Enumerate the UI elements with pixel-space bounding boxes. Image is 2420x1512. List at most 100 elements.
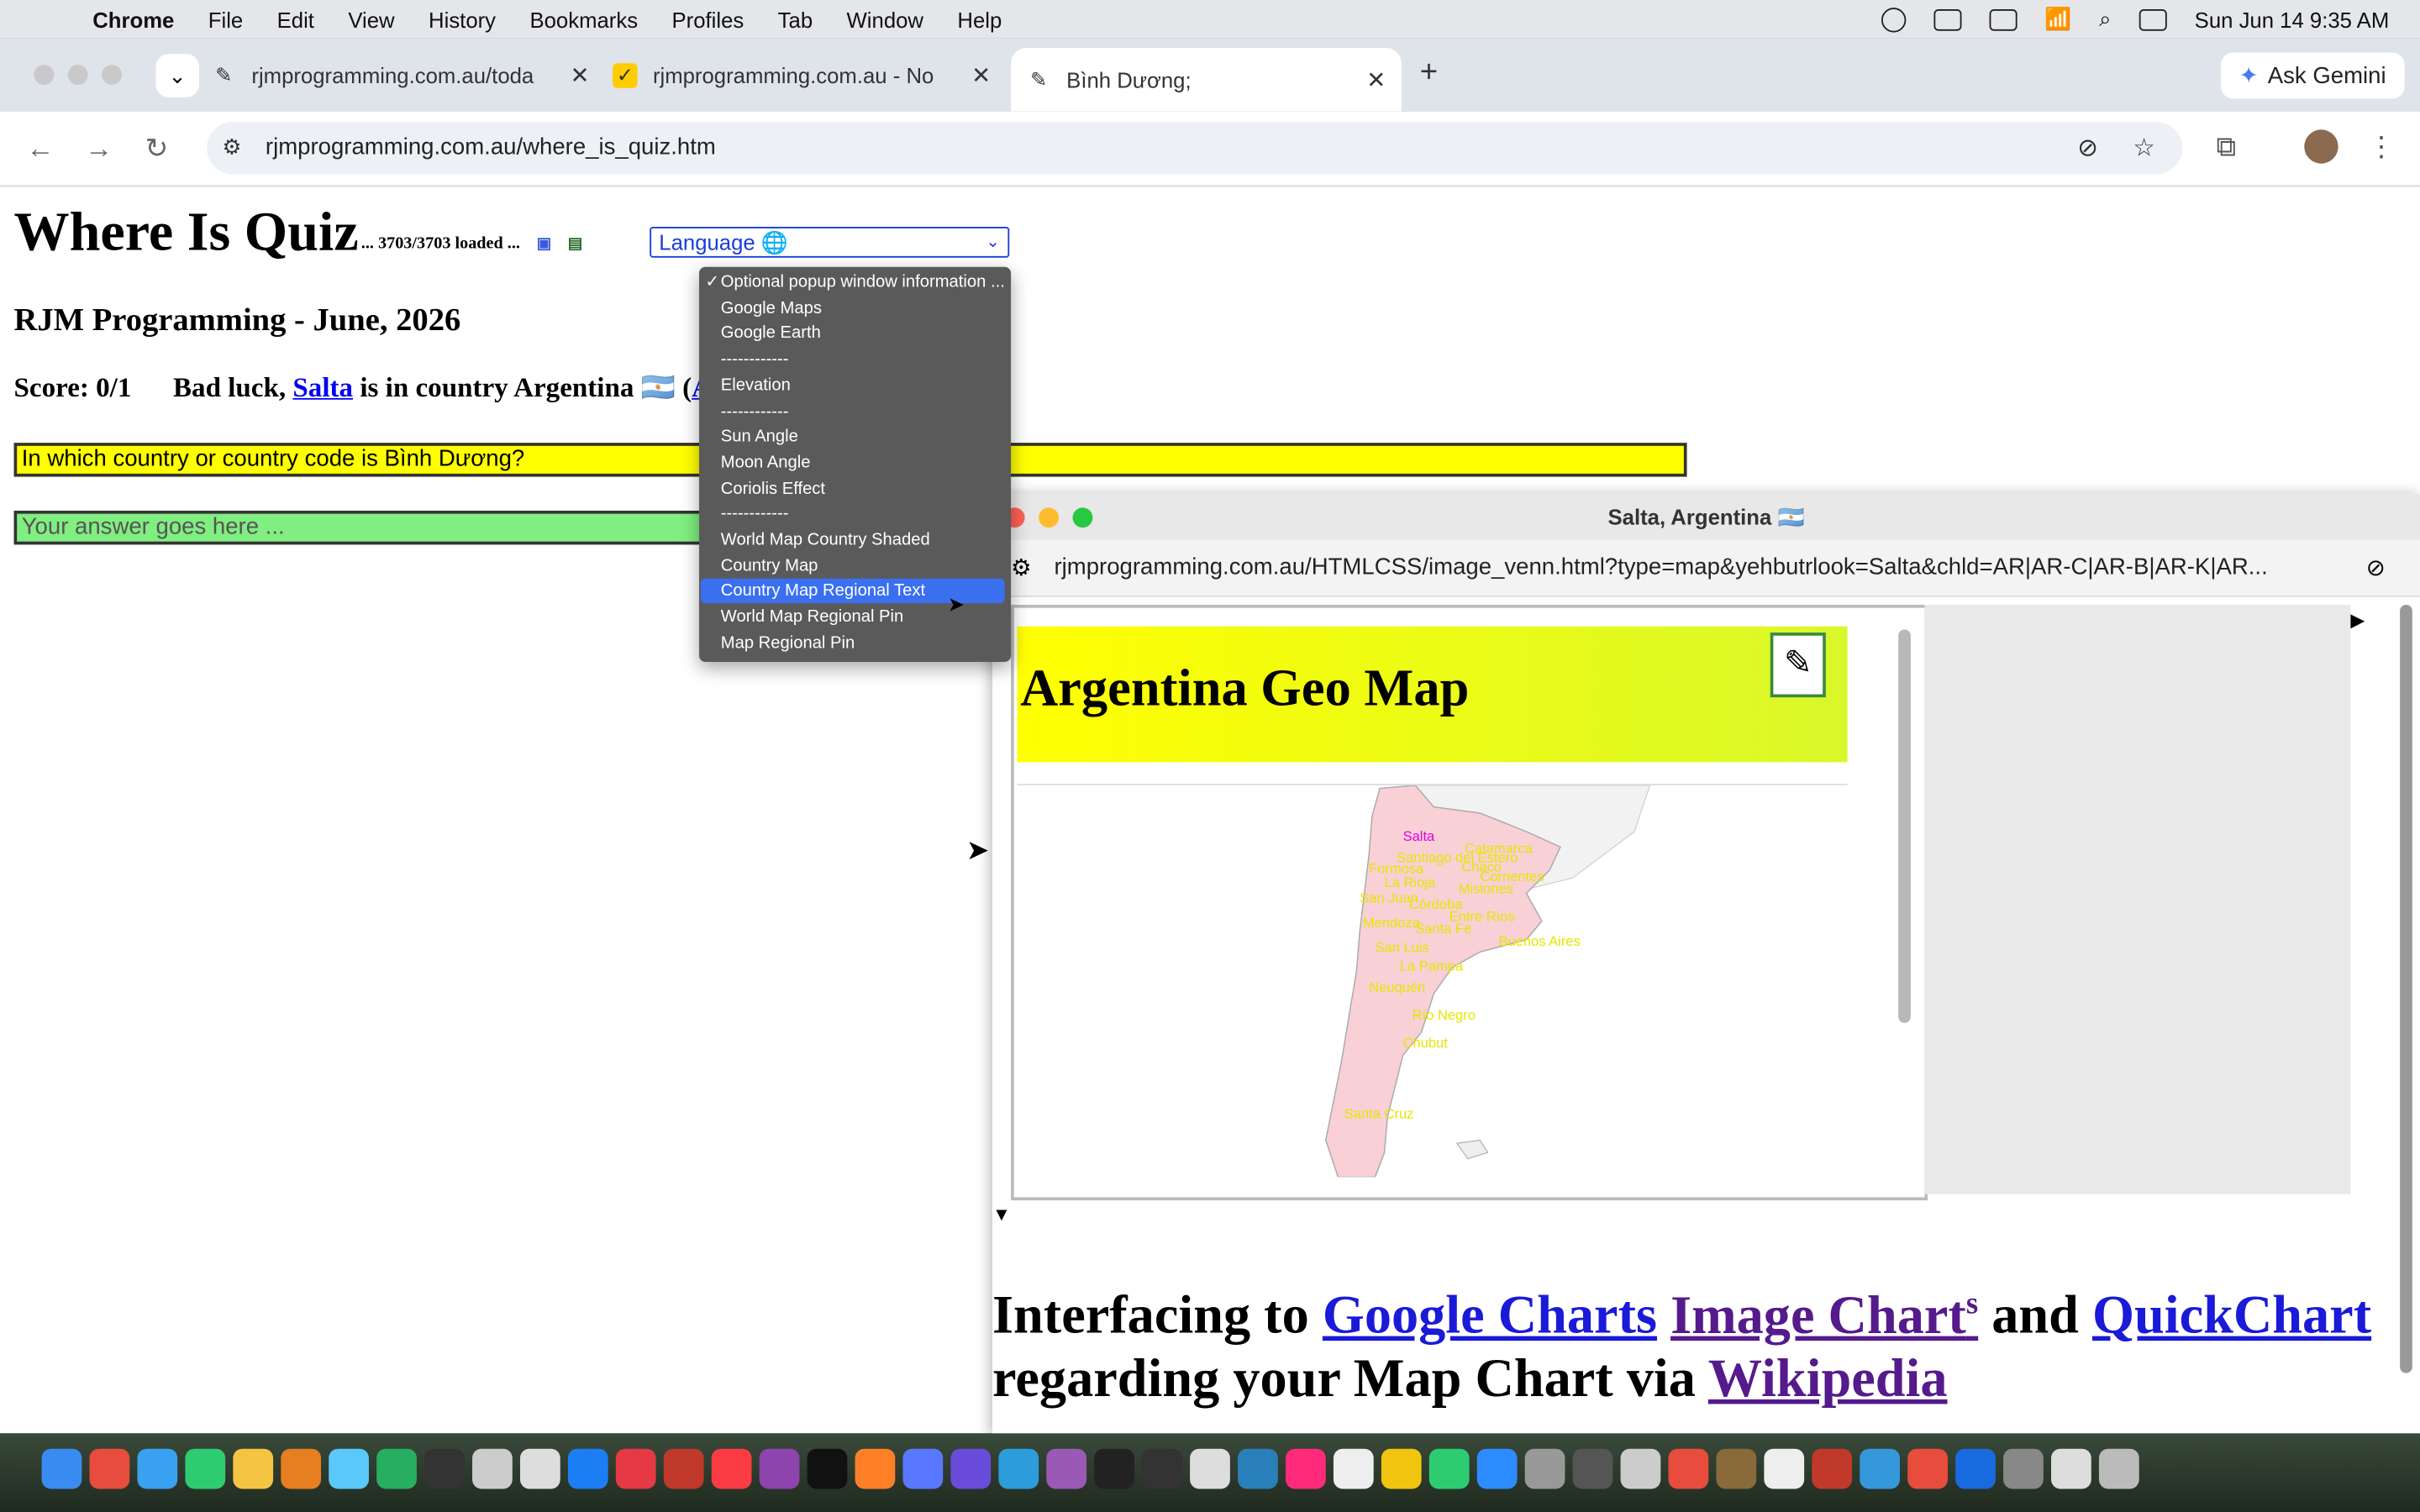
- dock-app-icon[interactable]: [2051, 1448, 2091, 1489]
- clock[interactable]: Sun Jun 14 9:35 AM: [2195, 7, 2390, 31]
- tab-active[interactable]: ✎ Bình Dương; ✕: [1011, 47, 1402, 112]
- menu-view[interactable]: View: [348, 7, 394, 31]
- menu-edit[interactable]: Edit: [277, 7, 314, 31]
- dock-app-icon[interactable]: [855, 1448, 896, 1489]
- dock-app-icon[interactable]: [1524, 1448, 1565, 1489]
- region-label[interactable]: Catamarca: [1465, 841, 1534, 857]
- image-icon[interactable]: ▣: [537, 236, 551, 253]
- play-triangle-icon[interactable]: ▶: [2350, 610, 2365, 632]
- dock-app-icon[interactable]: [1907, 1448, 1948, 1489]
- minimize-window-icon[interactable]: [67, 65, 88, 86]
- dock-app-icon[interactable]: [1668, 1448, 1709, 1489]
- menu-profiles[interactable]: Profiles: [671, 7, 744, 31]
- dropdown-option[interactable]: Elevation: [701, 373, 1005, 397]
- reload-icon[interactable]: ↻: [145, 133, 169, 165]
- highlight-region-label[interactable]: Salta: [1403, 828, 1435, 844]
- dock-app-icon[interactable]: [281, 1448, 322, 1489]
- region-label[interactable]: San Luis: [1376, 939, 1429, 955]
- kebab-menu-icon[interactable]: ⋮: [2368, 131, 2396, 164]
- menu-chrome[interactable]: Chrome: [92, 7, 174, 31]
- dock-app-icon[interactable]: [615, 1448, 656, 1489]
- dropdown-option[interactable]: ------------: [701, 501, 1005, 526]
- dock-app-icon[interactable]: [1860, 1448, 1901, 1489]
- language-select[interactable]: Language 🌐 ⌄: [650, 227, 1010, 258]
- dropdown-option[interactable]: Country Map: [701, 554, 1005, 578]
- profile-avatar[interactable]: [2304, 129, 2338, 164]
- menu-history[interactable]: History: [429, 7, 496, 31]
- dock-app-icon[interactable]: [1572, 1448, 1613, 1489]
- close-tab-icon[interactable]: ✕: [971, 61, 991, 89]
- region-label[interactable]: Buenos Aires: [1498, 933, 1580, 949]
- dock-app-icon[interactable]: [137, 1448, 178, 1489]
- dock-app-icon[interactable]: [519, 1448, 560, 1489]
- dropdown-option[interactable]: ------------: [701, 399, 1005, 423]
- minimize-window-icon[interactable]: [1039, 507, 1060, 528]
- collapse-triangle-icon[interactable]: ▼: [992, 1204, 1011, 1226]
- dock-app-icon[interactable]: [376, 1448, 417, 1489]
- dropdown-option[interactable]: Moon Angle: [701, 450, 1005, 475]
- zoom-window-icon[interactable]: [1072, 507, 1093, 528]
- popup-url[interactable]: rjmprogramming.com.au/HTMLCSS/image_venn…: [1054, 554, 2267, 580]
- dock-app-icon[interactable]: [807, 1448, 848, 1489]
- quickchart-link[interactable]: QuickChart: [2092, 1284, 2371, 1345]
- dock-app-icon[interactable]: [2098, 1448, 2139, 1489]
- dock-app-icon[interactable]: [233, 1448, 274, 1489]
- region-label[interactable]: Santa Cruz: [1344, 1106, 1414, 1122]
- dock-app-icon[interactable]: [1046, 1448, 1087, 1489]
- dock-app-icon[interactable]: [711, 1448, 752, 1489]
- tab-1[interactable]: ✎ rjmprogramming.com.au/toda ✕: [212, 51, 605, 101]
- wifi-icon[interactable]: 📶: [2044, 6, 2071, 32]
- dock-app-icon[interactable]: [1190, 1448, 1230, 1489]
- new-tab-button[interactable]: +: [1420, 55, 1438, 91]
- iframe-scrollbar[interactable]: [1898, 629, 1911, 1023]
- dropdown-option[interactable]: Map Regional Pin: [701, 631, 1005, 655]
- region-label[interactable]: Misiones: [1459, 880, 1513, 896]
- back-arrow-icon[interactable]: ←: [26, 133, 54, 165]
- dock-app-icon[interactable]: [1238, 1448, 1278, 1489]
- dock-app-icon[interactable]: [1620, 1448, 1661, 1489]
- tab-search-icon[interactable]: ⌄: [155, 54, 199, 97]
- close-tab-icon[interactable]: ✕: [1366, 66, 1386, 93]
- menu-bookmarks[interactable]: Bookmarks: [529, 7, 638, 31]
- dock-app-icon[interactable]: [950, 1448, 992, 1489]
- menu-help[interactable]: Help: [957, 7, 1002, 31]
- image-charts-link[interactable]: Image Charts: [1670, 1284, 1978, 1345]
- terminal-icon[interactable]: ▤: [568, 236, 582, 253]
- dock-app-icon[interactable]: [1476, 1448, 1518, 1489]
- menu-window[interactable]: Window: [847, 7, 923, 31]
- dropdown-option[interactable]: Google Earth: [701, 322, 1005, 346]
- dock-app-icon[interactable]: [1716, 1448, 1757, 1489]
- status-app-icon[interactable]: [1881, 7, 1906, 32]
- dock-app-icon[interactable]: [1428, 1448, 1470, 1489]
- dock-app-icon[interactable]: [1955, 1448, 1996, 1489]
- dock-app-icon[interactable]: [89, 1448, 130, 1489]
- dock-app-icon[interactable]: [567, 1448, 608, 1489]
- search-icon[interactable]: ⌕: [2099, 6, 2111, 32]
- close-window-icon[interactable]: [34, 65, 55, 86]
- answer-input[interactable]: Your answer goes here ...: [13, 510, 709, 545]
- dock-app-icon[interactable]: [1094, 1448, 1135, 1489]
- battery-icon[interactable]: [1988, 8, 2017, 30]
- dropdown-option[interactable]: World Map Country Shaded: [701, 528, 1005, 552]
- region-label[interactable]: Chubut: [1403, 1035, 1449, 1051]
- edit-notepad-icon[interactable]: ✎: [1770, 633, 1826, 698]
- dropdown-option[interactable]: ✓ Optional popup window information ...: [701, 270, 1004, 294]
- site-info-icon[interactable]: ⚙: [1011, 554, 1032, 581]
- dock-app-icon[interactable]: [1381, 1448, 1422, 1489]
- bookmark-star-icon[interactable]: ☆: [2133, 133, 2154, 164]
- tab-2[interactable]: ✓ rjmprogramming.com.au - No ✕: [613, 51, 1006, 101]
- location-off-icon[interactable]: ⊘: [2077, 133, 2098, 164]
- region-label[interactable]: Río Negro: [1413, 1007, 1476, 1023]
- dropdown-option[interactable]: ------------: [701, 347, 1005, 371]
- region-label[interactable]: La Pampa: [1400, 958, 1464, 974]
- control-center-icon[interactable]: [2139, 8, 2167, 30]
- dock-app-icon[interactable]: [1812, 1448, 1853, 1489]
- address-url[interactable]: rjmprogramming.com.au/where_is_quiz.htm: [266, 134, 716, 160]
- menu-file[interactable]: File: [208, 7, 243, 31]
- region-label[interactable]: Entre Ríos: [1449, 909, 1515, 925]
- region-label[interactable]: Neuquén: [1369, 979, 1425, 995]
- popup-scrollbar[interactable]: [2400, 605, 2412, 1373]
- dock-app-icon[interactable]: [759, 1448, 800, 1489]
- dock-app-icon[interactable]: [1286, 1448, 1326, 1489]
- dropdown-option[interactable]: Sun Angle: [701, 424, 1005, 449]
